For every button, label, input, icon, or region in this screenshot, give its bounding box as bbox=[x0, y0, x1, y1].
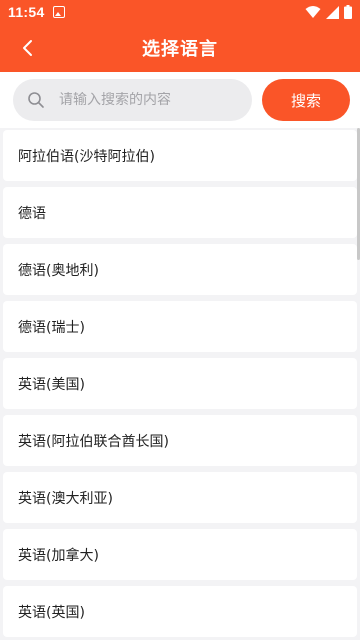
language-item[interactable]: 英语(美国) bbox=[3, 358, 357, 409]
battery-icon bbox=[344, 5, 352, 19]
language-item[interactable]: 德语 bbox=[3, 187, 357, 238]
image-notification-icon bbox=[52, 6, 65, 18]
page-title: 选择语言 bbox=[142, 39, 218, 60]
status-time: 11:54 bbox=[8, 4, 45, 20]
back-button[interactable] bbox=[12, 32, 44, 64]
chevron-left-icon bbox=[23, 40, 32, 56]
language-item[interactable]: 英语(澳大利亚) bbox=[3, 472, 357, 523]
status-bar: 11:54 bbox=[0, 0, 360, 24]
search-icon bbox=[28, 92, 44, 108]
language-item[interactable]: 阿拉伯语(沙特阿拉伯) bbox=[3, 130, 357, 181]
language-item[interactable]: 英语(加拿大) bbox=[3, 529, 357, 580]
search-box[interactable] bbox=[13, 79, 252, 121]
language-item[interactable]: 德语(瑞士) bbox=[3, 301, 357, 352]
search-bar: 搜索 bbox=[0, 72, 360, 128]
language-item[interactable]: 英语(阿拉伯联合酋长国) bbox=[3, 415, 357, 466]
wifi-icon bbox=[305, 6, 321, 18]
search-input[interactable] bbox=[59, 92, 229, 108]
language-item[interactable]: 英语(英国) bbox=[3, 586, 357, 637]
cellular-signal-icon bbox=[326, 5, 339, 19]
language-item[interactable]: 德语(奥地利) bbox=[3, 244, 357, 295]
language-list: 阿拉伯语(沙特阿拉伯) 德语 德语(奥地利) 德语(瑞士) 英语(美国) 英语(… bbox=[0, 128, 360, 640]
app-bar: 选择语言 bbox=[0, 24, 360, 72]
status-icons bbox=[305, 5, 352, 19]
search-button[interactable]: 搜索 bbox=[262, 79, 350, 121]
